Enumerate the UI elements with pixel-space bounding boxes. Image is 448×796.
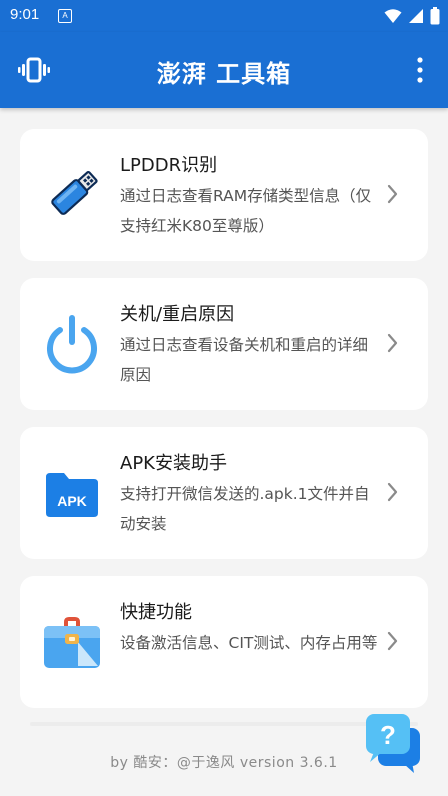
- card-desc: 通过日志查看设备关机和重启的详细原因: [120, 336, 369, 384]
- status-bar: 9:01 A: [0, 0, 448, 32]
- card-title: 快捷功能: [120, 602, 192, 623]
- battery-icon: [430, 7, 440, 25]
- help-chat-icon[interactable]: ?: [364, 712, 424, 774]
- cellular-signal-icon: [409, 9, 423, 23]
- app-title: 澎湃 工具箱: [156, 60, 292, 88]
- card-shutdown-reason[interactable]: 关机/重启原因 通过日志查看设备关机和重启的详细原因: [20, 278, 428, 410]
- card-shortcuts[interactable]: 快捷功能 设备激活信息、CIT测试、内存占用等: [20, 576, 428, 708]
- card-desc: 设备激活信息、CIT测试、内存占用等: [120, 634, 378, 652]
- svg-text:?: ?: [380, 720, 396, 750]
- card-apk-installer[interactable]: APK APK安装助手 支持打开微信发送的.apk.1文件并自动安装: [20, 427, 428, 559]
- more-vert-icon[interactable]: [414, 56, 426, 84]
- chevron-right-icon: [386, 630, 400, 652]
- footer-divider: [30, 722, 418, 726]
- app-bar: 澎湃 工具箱: [0, 32, 448, 108]
- chevron-right-icon: [386, 332, 400, 354]
- svg-text:APK: APK: [57, 493, 87, 509]
- apk-folder-icon: APK: [38, 459, 106, 527]
- notification-icon: A: [58, 9, 72, 23]
- card-lpddr[interactable]: LPDDR识别 通过日志查看RAM存储类型信息（仅支持红米K80至尊版）: [20, 129, 428, 261]
- chevron-right-icon: [386, 183, 400, 205]
- status-time: 9:01: [10, 6, 40, 23]
- card-title: APK安装助手: [120, 453, 227, 474]
- power-icon: [38, 310, 106, 378]
- card-desc: 通过日志查看RAM存储类型信息（仅支持红米K80至尊版）: [120, 187, 372, 235]
- status-icons: [384, 6, 440, 26]
- main-content: LPDDR识别 通过日志查看RAM存储类型信息（仅支持红米K80至尊版） 关机/…: [0, 108, 448, 796]
- chevron-right-icon: [386, 481, 400, 503]
- card-desc: 支持打开微信发送的.apk.1文件并自动安装: [120, 485, 370, 533]
- usb-drive-icon: [38, 161, 106, 229]
- card-title: 关机/重启原因: [120, 304, 235, 325]
- card-title: LPDDR识别: [120, 155, 218, 176]
- toolbox-icon: [38, 608, 106, 676]
- wifi-icon: [384, 9, 402, 23]
